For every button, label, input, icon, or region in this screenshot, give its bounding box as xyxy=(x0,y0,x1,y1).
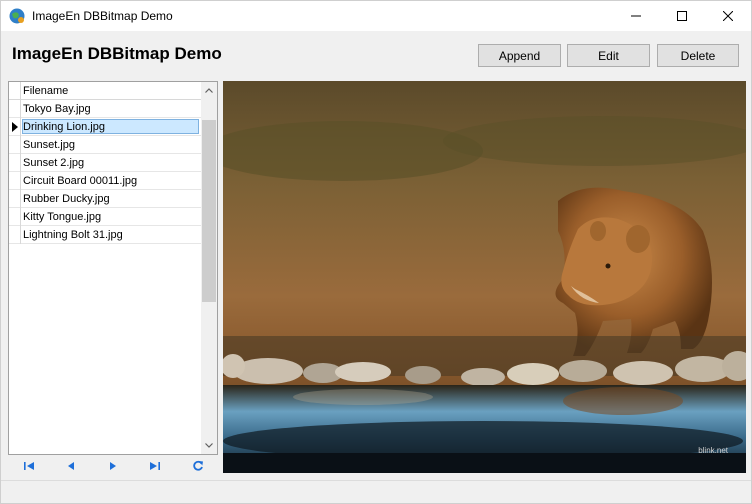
close-button[interactable] xyxy=(705,1,751,31)
table-row[interactable]: Circuit Board 00011.jpg xyxy=(9,172,201,190)
minimize-icon xyxy=(631,15,641,17)
page-title: ImageEn DBBitmap Demo xyxy=(12,44,222,63)
filename-grid[interactable]: Filename Tokyo Bay.jpg Drinking Lion.jpg… xyxy=(8,81,218,455)
grid-header: Filename xyxy=(9,82,201,100)
window-title: ImageEn DBBitmap Demo xyxy=(32,9,173,23)
table-row[interactable]: Rubber Ducky.jpg xyxy=(9,190,201,208)
app-window: ImageEn DBBitmap Demo ImageEn DBBitmap D… xyxy=(0,0,752,504)
scroll-thumb[interactable] xyxy=(202,120,216,302)
image-viewer[interactable]: blink.net xyxy=(223,81,746,473)
maximize-icon xyxy=(677,11,687,21)
photo-watermark: blink.net xyxy=(698,446,728,455)
filename-cell: Sunset 2.jpg xyxy=(23,157,85,169)
chevron-down-icon xyxy=(205,443,213,448)
append-button[interactable]: Append xyxy=(478,44,561,67)
lioness-photo xyxy=(223,81,746,473)
table-row[interactable]: Lightning Bolt 31.jpg xyxy=(9,226,201,244)
current-record-icon xyxy=(12,122,18,132)
refresh-icon xyxy=(193,460,203,471)
filename-cell: Kitty Tongue.jpg xyxy=(23,211,102,223)
next-icon xyxy=(110,462,116,470)
close-icon xyxy=(723,11,733,21)
scroll-up-button[interactable] xyxy=(201,82,217,99)
minimize-button[interactable] xyxy=(613,1,659,31)
column-header-filename[interactable]: Filename xyxy=(23,85,68,97)
last-icon xyxy=(150,462,160,470)
nav-first-button[interactable] xyxy=(18,457,40,475)
filename-cell: Tokyo Bay.jpg xyxy=(23,103,91,115)
delete-button[interactable]: Delete xyxy=(657,44,739,67)
table-row[interactable]: Tokyo Bay.jpg xyxy=(9,100,201,118)
table-row-selected[interactable]: Drinking Lion.jpg xyxy=(9,118,201,136)
first-icon xyxy=(24,462,34,470)
table-row[interactable]: Sunset.jpg xyxy=(9,136,201,154)
grid-rows: Tokyo Bay.jpg Drinking Lion.jpg Sunset.j… xyxy=(9,100,201,244)
maximize-button[interactable] xyxy=(659,1,705,31)
nav-next-button[interactable] xyxy=(102,457,124,475)
prior-icon xyxy=(68,462,74,470)
filename-cell: Circuit Board 00011.jpg xyxy=(23,175,138,187)
nav-refresh-button[interactable] xyxy=(187,457,209,475)
table-row[interactable]: Sunset 2.jpg xyxy=(9,154,201,172)
scroll-down-button[interactable] xyxy=(201,437,217,454)
grid-vertical-scrollbar[interactable] xyxy=(201,82,217,454)
filename-cell: Sunset.jpg xyxy=(23,139,75,151)
title-bar: ImageEn DBBitmap Demo xyxy=(1,1,751,31)
filename-cell: Drinking Lion.jpg xyxy=(23,121,105,133)
status-bar xyxy=(1,480,751,503)
indicator-column xyxy=(9,82,21,99)
nav-prior-button[interactable] xyxy=(60,457,82,475)
filename-cell: Lightning Bolt 31.jpg xyxy=(23,229,123,241)
nav-last-button[interactable] xyxy=(144,457,166,475)
filename-cell: Rubber Ducky.jpg xyxy=(23,193,110,205)
edit-button[interactable]: Edit xyxy=(567,44,650,67)
globe-app-icon xyxy=(9,8,25,24)
table-row[interactable]: Kitty Tongue.jpg xyxy=(9,208,201,226)
chevron-up-icon xyxy=(205,88,213,93)
